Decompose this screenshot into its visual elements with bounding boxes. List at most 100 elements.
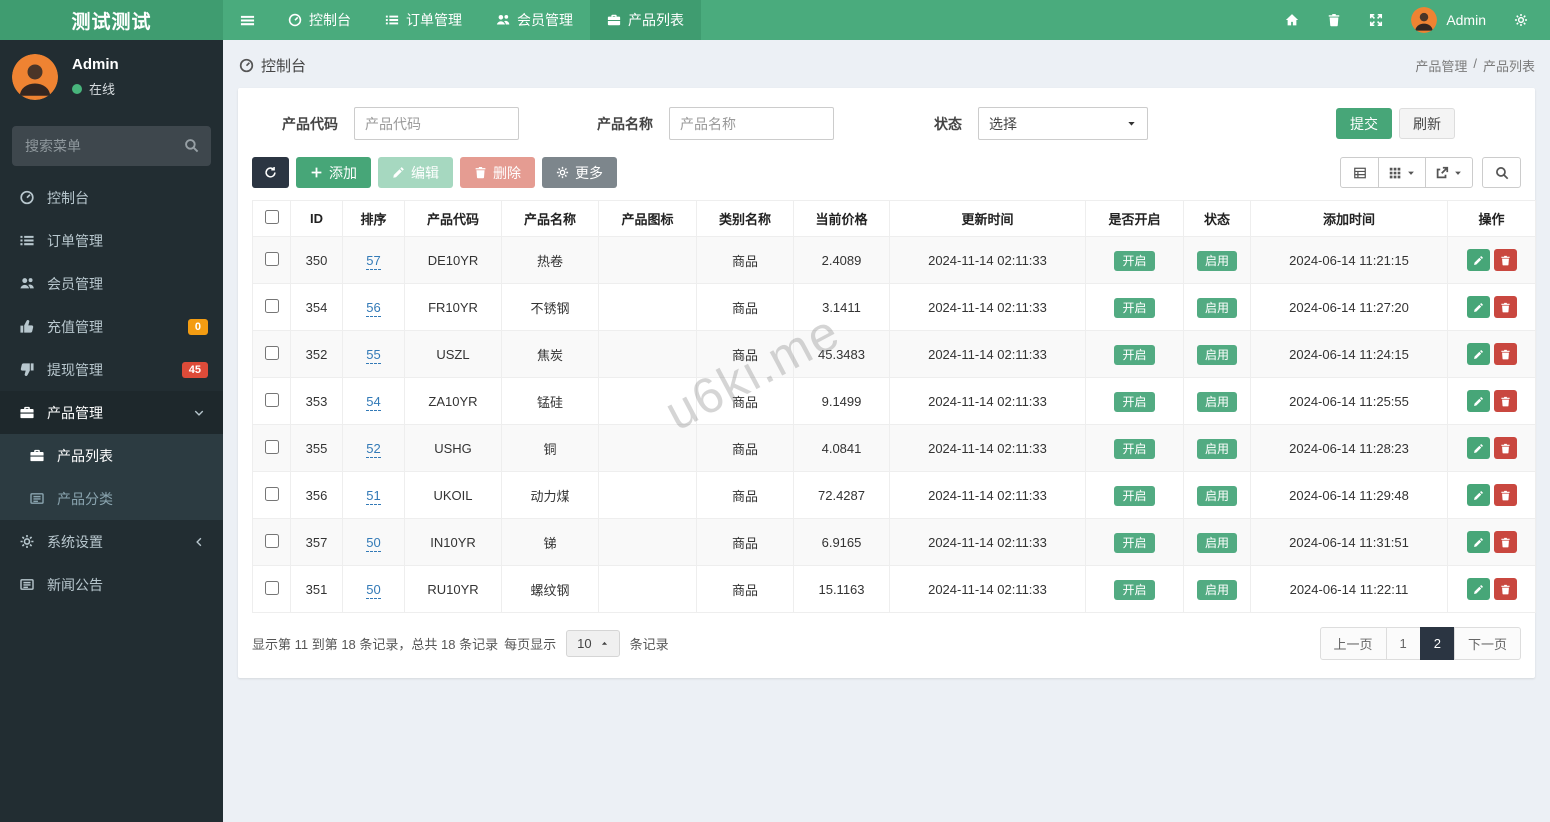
detail-view-button[interactable] xyxy=(1340,157,1379,188)
product-code-input[interactable] xyxy=(354,107,519,140)
row-delete-button[interactable] xyxy=(1493,390,1517,412)
brand-logo[interactable]: 测试测试 xyxy=(0,0,223,40)
pagination-info: 显示第 11 到第 18 条记录，总共 18 条记录 每页显示 10 条记录 xyxy=(252,630,669,657)
pagination-info-text: 显示第 11 到第 18 条记录，总共 18 条记录 xyxy=(252,637,499,652)
cell-name: 不锈钢 xyxy=(501,283,599,331)
sort-editable-link[interactable]: 50 xyxy=(366,581,381,599)
toggle-search-button[interactable] xyxy=(1482,157,1521,188)
row-edit-button[interactable] xyxy=(1466,343,1490,365)
sidebar-item-system-settings[interactable]: 系统设置 xyxy=(0,520,223,563)
row-edit-button[interactable] xyxy=(1466,578,1490,600)
row-delete-button[interactable] xyxy=(1493,578,1517,600)
sidebar-item-recharge[interactable]: 充值管理 0 xyxy=(0,305,223,348)
sort-editable-link[interactable]: 51 xyxy=(366,487,381,505)
row-checkbox[interactable] xyxy=(264,533,279,548)
export-button[interactable] xyxy=(1425,157,1473,188)
row-delete-button[interactable] xyxy=(1493,249,1517,271)
header-added: 添加时间 xyxy=(1250,200,1448,237)
nav-tab-members[interactable]: 会员管理 xyxy=(479,0,590,40)
expand-icon xyxy=(1369,13,1383,27)
row-checkbox[interactable] xyxy=(264,251,279,266)
page-button-1[interactable]: 1 xyxy=(1385,627,1421,660)
cell-name: 铜 xyxy=(501,424,599,472)
page-size-select[interactable]: 10 xyxy=(566,630,620,657)
sidebar-item-withdraw[interactable]: 提现管理 45 xyxy=(0,348,223,391)
refresh-filter-button[interactable]: 刷新 xyxy=(1399,108,1455,139)
columns-button[interactable] xyxy=(1378,157,1426,188)
sidebar-item-product-category[interactable]: 产品分类 xyxy=(0,477,223,520)
sidebar-item-products[interactable]: 产品管理 xyxy=(0,391,223,434)
sort-editable-link[interactable]: 56 xyxy=(366,299,381,317)
cell-name: 热卷 xyxy=(501,236,599,284)
submit-button[interactable]: 提交 xyxy=(1336,108,1392,139)
user-menu[interactable]: Admin xyxy=(1397,7,1500,33)
row-checkbox[interactable] xyxy=(264,345,279,360)
cell-product-icon xyxy=(598,283,697,331)
row-edit-button[interactable] xyxy=(1466,531,1490,553)
refresh-table-button[interactable] xyxy=(252,157,289,188)
sort-editable-link[interactable]: 57 xyxy=(366,252,381,270)
sidebar-item-dashboard[interactable]: 控制台 xyxy=(0,176,223,219)
search-icon[interactable] xyxy=(184,138,199,153)
sidebar-item-product-list[interactable]: 产品列表 xyxy=(0,434,223,477)
status-badge: 启用 xyxy=(1196,297,1237,318)
row-edit-button[interactable] xyxy=(1466,249,1490,271)
page-button-2[interactable]: 2 xyxy=(1419,627,1455,660)
cell-added: 2024-06-14 11:29:48 xyxy=(1250,471,1448,519)
trash-icon xyxy=(1327,13,1341,27)
cell-updated: 2024-11-14 02:11:33 xyxy=(889,330,1086,378)
sort-editable-link[interactable]: 50 xyxy=(366,534,381,552)
breadcrumb-parent[interactable]: 产品管理 xyxy=(1415,56,1467,75)
row-delete-button[interactable] xyxy=(1493,531,1517,553)
thumbs-up-icon xyxy=(18,319,36,334)
pencil-icon xyxy=(1473,349,1484,360)
prev-page-button[interactable]: 上一页 xyxy=(1319,627,1387,660)
sidebar-search-input[interactable] xyxy=(12,126,211,166)
sidebar-user-status: 在线 xyxy=(72,79,119,98)
row-edit-button[interactable] xyxy=(1466,437,1490,459)
row-delete-button[interactable] xyxy=(1493,484,1517,506)
row-checkbox[interactable] xyxy=(264,486,279,501)
status-select[interactable]: 选择 xyxy=(978,107,1148,140)
table-row: 355 52 USHG 铜 商品 4.0841 2024-11-14 02:11:33 开启 启… xyxy=(252,424,1536,472)
select-all-checkbox[interactable] xyxy=(264,210,279,224)
briefcase-icon xyxy=(607,13,621,27)
next-page-button[interactable]: 下一页 xyxy=(1453,627,1521,660)
row-checkbox[interactable] xyxy=(264,392,279,407)
add-button[interactable]: 添加 xyxy=(296,157,371,188)
sidebar-item-orders[interactable]: 订单管理 xyxy=(0,219,223,262)
row-checkbox[interactable] xyxy=(264,298,279,313)
row-delete-button[interactable] xyxy=(1493,296,1517,318)
sidebar-toggle-button[interactable] xyxy=(223,0,271,40)
fullscreen-button[interactable] xyxy=(1355,0,1397,40)
home-button[interactable] xyxy=(1271,0,1313,40)
clear-cache-button[interactable] xyxy=(1313,0,1355,40)
nav-tab-dashboard[interactable]: 控制台 xyxy=(271,0,368,40)
settings-button[interactable] xyxy=(1500,0,1542,40)
sidebar-item-members[interactable]: 会员管理 xyxy=(0,262,223,305)
products-submenu: 产品列表 产品分类 xyxy=(0,434,223,520)
pencil-icon xyxy=(1473,443,1484,454)
row-edit-button[interactable] xyxy=(1466,296,1490,318)
cell-updated: 2024-11-14 02:11:33 xyxy=(889,377,1086,425)
row-edit-button[interactable] xyxy=(1466,484,1490,506)
sidebar-item-news[interactable]: 新闻公告 xyxy=(0,563,223,606)
more-button[interactable]: 更多 xyxy=(542,157,617,188)
row-checkbox[interactable] xyxy=(264,439,279,454)
product-name-input[interactable] xyxy=(669,107,834,140)
cell-price: 2.4089 xyxy=(793,236,890,284)
gear-icon xyxy=(1514,13,1528,27)
row-edit-button[interactable] xyxy=(1466,390,1490,412)
delete-button[interactable]: 删除 xyxy=(460,157,535,188)
sort-editable-link[interactable]: 55 xyxy=(366,346,381,364)
header-sort: 排序 xyxy=(342,200,405,237)
sort-editable-link[interactable]: 54 xyxy=(366,393,381,411)
row-delete-button[interactable] xyxy=(1493,343,1517,365)
sort-editable-link[interactable]: 52 xyxy=(366,440,381,458)
gear-icon xyxy=(556,166,569,179)
edit-button[interactable]: 编辑 xyxy=(378,157,453,188)
row-delete-button[interactable] xyxy=(1493,437,1517,459)
row-checkbox[interactable] xyxy=(264,580,279,595)
nav-tab-orders[interactable]: 订单管理 xyxy=(368,0,479,40)
nav-tab-product-list[interactable]: 产品列表 xyxy=(590,0,701,40)
